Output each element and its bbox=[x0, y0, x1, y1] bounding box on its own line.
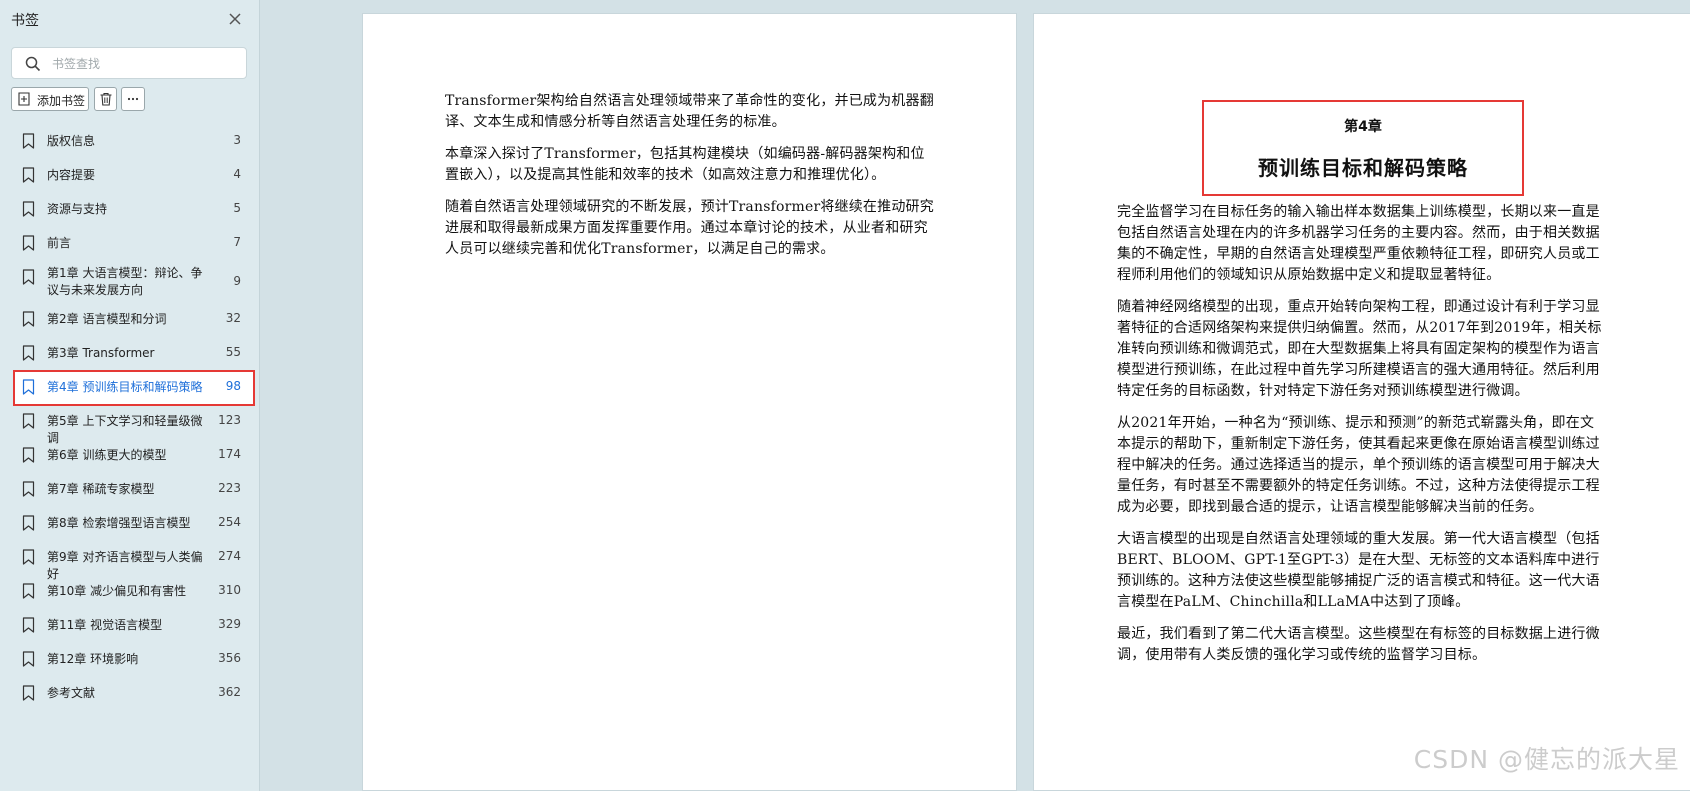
document-page-left: Transformer架构给自然语言处理领域带来了革命性的变化，并已成为机器翻译… bbox=[362, 13, 1017, 791]
bookmark-page-number: 274 bbox=[218, 549, 241, 563]
search-icon bbox=[25, 56, 41, 72]
bookmark-icon bbox=[22, 481, 35, 497]
paragraph: 随着神经网络模型的出现，重点开始转向架构工程，即通过设计有利于学习显著特征的合适… bbox=[1117, 299, 1602, 399]
bookmark-icon bbox=[22, 447, 35, 463]
chapter-number: 第4章 bbox=[1344, 119, 1382, 135]
bookmark-page-number: 329 bbox=[218, 617, 241, 631]
bookmark-item[interactable]: 第11章 视觉语言模型 329 bbox=[14, 609, 254, 643]
bookmark-title: 内容提要 bbox=[47, 168, 96, 182]
paragraph: 随着自然语言处理领域研究的不断发展，预计Transformer将继续在推动研究进… bbox=[445, 199, 934, 257]
bookmark-page-number: 356 bbox=[218, 651, 241, 665]
bookmark-icon bbox=[22, 549, 35, 565]
bookmark-item[interactable]: 第10章 减少偏见和有害性 310 bbox=[14, 575, 254, 609]
bookmark-item[interactable]: 第1章 大语言模型：辩论、争议与未来发展方向 9 bbox=[14, 261, 254, 303]
bookmark-item[interactable]: 第7章 稀疏专家模型 223 bbox=[14, 473, 254, 507]
bookmark-item[interactable]: 第4章 预训练目标和解码策略 98 bbox=[13, 370, 255, 406]
bookmark-item[interactable]: 第3章 Transformer 55 bbox=[14, 337, 254, 371]
bookmark-icon bbox=[22, 685, 35, 701]
bookmark-page-number: 9 bbox=[233, 274, 241, 288]
paragraph: 最近，我们看到了第二代大语言模型。这些模型在有标签的目标数据上进行微调，使用带有… bbox=[1117, 626, 1600, 663]
bookmark-item[interactable]: 第8章 检索增强型语言模型 254 bbox=[14, 507, 254, 541]
bookmark-title: 第1章 大语言模型：辩论、争议与未来发展方向 bbox=[47, 266, 203, 297]
paragraph: 大语言模型的出现是自然语言处理领域的重大发展。第一代大语言模型（包括BERT、B… bbox=[1117, 531, 1600, 610]
bookmark-title: 前言 bbox=[47, 236, 72, 250]
paragraph: Transformer架构给自然语言处理领域带来了革命性的变化，并已成为机器翻译… bbox=[445, 93, 934, 130]
close-icon[interactable] bbox=[226, 10, 244, 28]
trash-icon bbox=[100, 92, 112, 106]
bookmark-item[interactable]: 参考文献 362 bbox=[14, 677, 254, 711]
more-options-button[interactable] bbox=[121, 87, 145, 111]
bookmark-icon bbox=[22, 583, 35, 599]
chapter-title: 预训练目标和解码策略 bbox=[1258, 156, 1468, 180]
bookmark-page-number: 223 bbox=[218, 481, 241, 495]
left-page-text: Transformer架构给自然语言处理领域带来了革命性的变化，并已成为机器翻译… bbox=[445, 91, 935, 271]
bookmark-search-box[interactable] bbox=[11, 47, 247, 79]
bookmark-item[interactable]: 内容提要 4 bbox=[14, 159, 254, 193]
add-bookmark-button[interactable]: 添加书签 bbox=[11, 87, 89, 111]
more-icon bbox=[127, 97, 139, 101]
bookmark-title: 第6章 训练更大的模型 bbox=[47, 448, 167, 462]
bookmark-title: 第12章 环境影响 bbox=[47, 652, 139, 666]
bookmark-panel: 书签 添加书签 版权信息 3 内容提要 4 资源与支持 5 前言 7 第1章 大语言模型：辩论、… bbox=[0, 0, 260, 791]
bookmark-item[interactable]: 版权信息 3 bbox=[14, 125, 254, 159]
bookmark-title: 第8章 检索增强型语言模型 bbox=[47, 516, 191, 530]
bookmark-page-number: 7 bbox=[233, 235, 241, 249]
bookmark-page-number: 5 bbox=[233, 201, 241, 215]
bookmark-title: 参考文献 bbox=[47, 686, 96, 700]
bookmark-icon bbox=[22, 201, 35, 217]
bookmark-page-number: 254 bbox=[218, 515, 241, 529]
bookmark-title: 第3章 Transformer bbox=[47, 346, 155, 360]
chapter-heading-box: 第4章 预训练目标和解码策略 bbox=[1202, 100, 1524, 196]
bookmark-icon bbox=[22, 379, 35, 395]
bookmark-page-number: 4 bbox=[233, 167, 241, 181]
delete-bookmark-button[interactable] bbox=[94, 87, 117, 111]
bookmark-page-number: 310 bbox=[218, 583, 241, 597]
bookmark-item[interactable]: 第9章 对齐语言模型与人类偏好 274 bbox=[14, 541, 254, 581]
paragraph: 本章深入探讨了Transformer，包括其构建模块（如编码器-解码器架构和位置… bbox=[445, 146, 925, 183]
bookmark-search-input[interactable] bbox=[50, 54, 240, 74]
add-bookmark-label: 添加书签 bbox=[37, 94, 86, 108]
bookmark-icon bbox=[22, 651, 35, 667]
bookmark-icon bbox=[22, 269, 35, 285]
bookmark-title: 第2章 语言模型和分词 bbox=[47, 312, 167, 326]
bookmark-title: 版权信息 bbox=[47, 134, 96, 148]
bookmark-icon bbox=[22, 167, 35, 183]
bookmark-item[interactable]: 前言 7 bbox=[14, 227, 254, 261]
bookmark-icon bbox=[22, 515, 35, 531]
bookmark-item[interactable]: 第5章 上下文学习和轻量级微调 123 bbox=[14, 405, 254, 445]
bookmark-title: 第7章 稀疏专家模型 bbox=[47, 482, 155, 496]
bookmark-icon bbox=[22, 617, 35, 633]
add-bookmark-icon bbox=[18, 92, 30, 106]
bookmark-icon bbox=[22, 345, 35, 361]
bookmark-page-number: 32 bbox=[225, 311, 241, 325]
bookmark-page-number: 98 bbox=[225, 379, 241, 393]
paragraph: 从2021年开始，一种名为“预训练、提示和预测”的新范式崭露头角，即在文本提示的… bbox=[1117, 415, 1600, 515]
bookmark-page-number: 362 bbox=[218, 685, 241, 699]
bookmark-page-number: 3 bbox=[233, 133, 241, 147]
bookmark-item[interactable]: 第2章 语言模型和分词 32 bbox=[14, 303, 254, 337]
bookmark-item[interactable]: 第6章 训练更大的模型 174 bbox=[14, 439, 254, 473]
bookmark-icon bbox=[22, 133, 35, 149]
bookmark-title: 第10章 减少偏见和有害性 bbox=[47, 584, 187, 598]
panel-title: 书签 bbox=[11, 13, 39, 29]
bookmark-icon bbox=[22, 235, 35, 251]
bookmark-item[interactable]: 第12章 环境影响 356 bbox=[14, 643, 254, 677]
bookmark-page-number: 55 bbox=[225, 345, 241, 359]
paragraph: 完全监督学习在目标任务的输入输出样本数据集上训练模型，长期以来一直是包括自然语言… bbox=[1117, 204, 1600, 283]
right-page-text: 完全监督学习在目标任务的输入输出样本数据集上训练模型，长期以来一直是包括自然语言… bbox=[1117, 202, 1607, 677]
bookmark-title: 第4章 预训练目标和解码策略 bbox=[47, 380, 203, 394]
bookmark-page-number: 123 bbox=[218, 413, 241, 427]
bookmark-title: 资源与支持 bbox=[47, 202, 108, 216]
bookmark-item[interactable]: 资源与支持 5 bbox=[14, 193, 254, 227]
document-page-right: 第4章 预训练目标和解码策略 完全监督学习在目标任务的输入输出样本数据集上训练模… bbox=[1033, 13, 1690, 791]
bookmark-title: 第11章 视觉语言模型 bbox=[47, 618, 163, 632]
watermark: CSDN @健忘的派大星 bbox=[1413, 745, 1680, 774]
bookmark-icon bbox=[22, 413, 35, 429]
bookmark-page-number: 174 bbox=[218, 447, 241, 461]
bookmark-icon bbox=[22, 311, 35, 327]
